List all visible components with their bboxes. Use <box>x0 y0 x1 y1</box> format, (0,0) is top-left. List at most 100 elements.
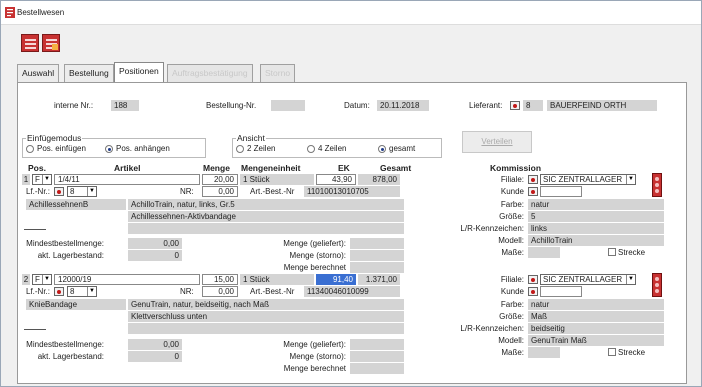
kurzname-field[interactable]: KnieBandage <box>26 299 126 310</box>
bestellung-nr-field[interactable] <box>271 100 305 111</box>
menge-storno-field <box>350 351 404 362</box>
menge-field[interactable]: 20,00 <box>202 174 238 185</box>
lookup-icon[interactable] <box>528 175 538 184</box>
kunde-label: Kunde <box>500 287 524 296</box>
kurzname-field[interactable]: AchillessehnenB <box>26 199 126 210</box>
radio-2-zeilen[interactable] <box>236 145 244 153</box>
art-best-nr-field[interactable]: 11010013010705 <box>304 186 400 197</box>
radio-pos-einfuegen-label: Pos. einfügen <box>37 144 86 153</box>
art-best-nr-field[interactable]: 11340046010099 <box>304 286 400 297</box>
modell-field[interactable]: AchilloTrain <box>528 235 664 246</box>
modell-field[interactable]: GenuTrain Maß <box>528 335 664 346</box>
strecke-checkbox[interactable] <box>608 248 616 256</box>
masse-field[interactable] <box>528 347 560 358</box>
menge-berechnet-label: Menge berechnet <box>283 263 346 272</box>
farbe-field[interactable]: natur <box>528 199 664 210</box>
position-type-select[interactable]: F ▼ <box>32 274 52 285</box>
kunde-field[interactable] <box>540 286 582 297</box>
kunde-field[interactable] <box>540 186 582 197</box>
strecke-label: Strecke <box>618 348 646 357</box>
menge-geliefert-field <box>350 339 404 350</box>
nr-label: NR: <box>180 187 194 196</box>
lookup-icon[interactable] <box>528 187 538 196</box>
tab-positionen[interactable]: Positionen <box>114 62 164 83</box>
ek-field[interactable]: 43,90 <box>316 174 356 185</box>
kunde-label: Kunde <box>500 187 524 196</box>
masse-label: Maße: <box>501 348 524 357</box>
filiale-select[interactable]: SIC ZENTRALLAGER ▼ <box>540 174 636 185</box>
ek-field[interactable]: 91,40 <box>316 274 356 285</box>
lookup-icon[interactable] <box>54 287 64 296</box>
radio-gesamt-label: gesamt <box>389 144 416 153</box>
artikel-field[interactable]: 12000/19 <box>54 274 200 285</box>
mindestbestellmenge-label: Mindestbestellmenge: <box>26 239 104 248</box>
radio-pos-anhaengen[interactable] <box>105 145 113 153</box>
tab-storno[interactable]: Storno <box>260 64 296 82</box>
artikel-field[interactable]: 1/4/11 <box>54 174 200 185</box>
lr-kennzeichen-label: L/R-Kennzeichen: <box>460 224 524 233</box>
tab-auftragsbestaetigung[interactable]: Auftragsbestätigung <box>167 64 253 82</box>
beschreibung1-field[interactable]: AchilloTrain, natur, links, Gr.5 <box>128 199 404 210</box>
lr-kennzeichen-field[interactable]: links <box>528 223 664 234</box>
filiale-select[interactable]: SIC ZENTRALLAGER ▼ <box>540 274 636 285</box>
traffic-light-icon-button[interactable] <box>652 173 662 197</box>
mindestbestellmenge-field: 0,00 <box>128 238 182 249</box>
radio-4-zeilen[interactable] <box>307 145 315 153</box>
lieferant-label: Lieferant: <box>469 101 503 110</box>
lookup-icon[interactable] <box>510 101 520 110</box>
verteilen-button[interactable]: Verteilen <box>462 131 532 153</box>
filiale-label: Filiale: <box>500 175 524 184</box>
tab-auswahl[interactable]: Auswahl <box>17 64 60 82</box>
einheit-field[interactable]: 1 Stück <box>240 174 314 185</box>
art-best-nr-label: Art.-Best.-Nr <box>250 187 295 196</box>
beschreibung1-field[interactable]: GenuTrain, natur, beidseitig, nach Maß <box>128 299 404 310</box>
farbe-field[interactable]: natur <box>528 299 664 310</box>
ansicht-title: Ansicht <box>236 133 266 143</box>
tab-bestellung[interactable]: Bestellung <box>64 64 114 82</box>
lr-kennzeichen-label: L/R-Kennzeichen: <box>460 324 524 333</box>
lookup-icon[interactable] <box>54 187 64 196</box>
groesse-field[interactable]: 5 <box>528 211 664 222</box>
art-best-nr-label: Art.-Best.-Nr <box>250 287 295 296</box>
modell-label: Modell: <box>498 236 524 245</box>
menge-geliefert-field <box>350 238 404 249</box>
menge-berechnet-field <box>350 262 404 273</box>
menge-geliefert-label: Menge (geliefert): <box>283 340 346 349</box>
farbe-label: Farbe: <box>500 200 524 209</box>
window-title: Bestellwesen <box>17 8 65 17</box>
menge-berechnet-label: Menge berechnet <box>283 364 346 373</box>
menge-field[interactable]: 15,00 <box>202 274 238 285</box>
beschreibung2-field[interactable]: Klettverschluss unten <box>128 311 404 322</box>
groesse-field[interactable]: Maß <box>528 311 664 322</box>
pencil-icon <box>52 44 58 50</box>
lf-nr-select[interactable]: 8 ▼ <box>67 186 97 197</box>
modell-label: Modell: <box>498 336 524 345</box>
app-icon <box>5 7 15 18</box>
beschreibung3-field[interactable] <box>128 323 404 334</box>
chevron-down-icon: ▼ <box>626 175 635 184</box>
strecke-checkbox[interactable] <box>608 348 616 356</box>
lf-nr-select[interactable]: 8 ▼ <box>67 286 97 297</box>
nr-field[interactable]: 0,00 <box>202 286 238 297</box>
list-icon-button[interactable] <box>21 34 39 52</box>
radio-gesamt[interactable] <box>378 145 386 153</box>
lookup-icon[interactable] <box>528 287 538 296</box>
masse-field[interactable] <box>528 247 560 258</box>
lookup-icon[interactable] <box>528 275 538 284</box>
traffic-light-icon-button[interactable] <box>652 273 662 297</box>
datum-field[interactable]: 20.11.2018 <box>377 100 429 111</box>
position-type-select[interactable]: F ▼ <box>32 174 52 185</box>
mindestbestellmenge-field: 0,00 <box>128 339 182 350</box>
edit-list-icon-button[interactable] <box>42 34 60 52</box>
beschreibung3-field[interactable] <box>128 223 404 234</box>
nr-field[interactable]: 0,00 <box>202 186 238 197</box>
interne-nr-field[interactable]: 188 <box>111 100 139 111</box>
position-number: 1 <box>22 174 30 185</box>
lr-kennzeichen-field[interactable]: beidseitig <box>528 323 664 334</box>
col-ek: EK <box>338 163 350 173</box>
beschreibung2-field[interactable]: Achillessehnen-Aktivbandage <box>128 211 404 222</box>
radio-pos-einfuegen[interactable] <box>26 145 34 153</box>
lagerbestand-field: 0 <box>128 351 182 362</box>
lieferant-nr-field[interactable]: 8 <box>523 100 543 111</box>
einheit-field[interactable]: 1 Stück <box>240 274 314 285</box>
